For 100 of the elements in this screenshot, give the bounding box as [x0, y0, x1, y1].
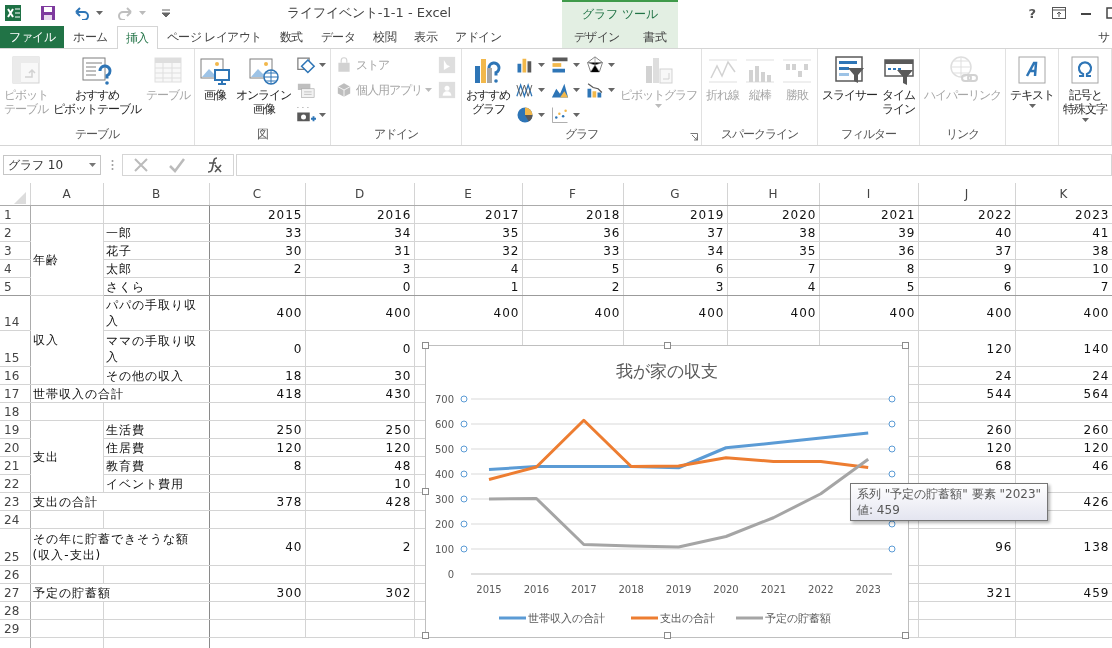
row-header[interactable]: 28 [0, 601, 30, 620]
resize-handle[interactable] [664, 632, 671, 639]
cancel-icon[interactable] [132, 157, 149, 173]
table-cell: 48 [305, 456, 414, 475]
series-line[interactable] [488, 431, 869, 471]
column-header[interactable]: C [209, 183, 305, 206]
row-header[interactable]: 19 [0, 420, 30, 439]
ribbon-button[interactable]: テキスト [1008, 52, 1056, 110]
table-cell: 支出 [30, 420, 103, 493]
table-cell: 9 [918, 259, 1015, 278]
table-cell: 41 [1015, 223, 1112, 242]
ribbon-button[interactable]: スライサー [820, 52, 879, 104]
table-cell: 37 [623, 223, 727, 242]
table-cell: 34 [305, 223, 414, 242]
column-header[interactable]: B [103, 183, 209, 206]
series-line[interactable] [488, 418, 869, 481]
table-cell: 400 [414, 295, 522, 331]
resize-handle[interactable] [422, 488, 429, 495]
ribbon-button[interactable]: 画像 [197, 52, 233, 104]
row-header[interactable]: 27 [0, 583, 30, 602]
resize-handle[interactable] [664, 342, 671, 349]
table-cell: 30 [209, 241, 305, 260]
ribbon-tab[interactable]: 書式 [634, 26, 676, 48]
row-header[interactable]: 25 [0, 528, 30, 566]
axis-label: 100 [434, 544, 454, 555]
save-icon[interactable] [40, 5, 56, 21]
ribbon-display-icon[interactable] [1052, 7, 1066, 19]
help-button[interactable]: ? [1026, 5, 1038, 21]
row-header[interactable]: 17 [0, 384, 30, 403]
resize-handle[interactable] [902, 342, 909, 349]
account-name[interactable]: サ [1098, 26, 1110, 48]
row-header[interactable]: 20 [0, 438, 30, 457]
dialog-launcher-icon[interactable] [690, 133, 698, 141]
legend-label: 支出の合計 [660, 612, 715, 625]
formula-input[interactable] [236, 154, 1112, 176]
row-header[interactable]: 18 [0, 402, 30, 421]
column-header[interactable]: E [414, 183, 522, 206]
table-cell: 564 [1015, 384, 1112, 403]
table-cell: 8 [819, 259, 918, 278]
table-cell: 544 [918, 384, 1015, 403]
resize-handle[interactable] [902, 632, 909, 639]
table-cell: 37 [918, 241, 1015, 260]
series-line[interactable] [489, 458, 870, 549]
table-cell: 24 [1015, 366, 1112, 385]
column-header[interactable]: K [1015, 183, 1112, 206]
ribbon-button[interactable]: オンライン 画像 [234, 52, 293, 118]
row-header[interactable]: 24 [0, 510, 30, 529]
column-header[interactable]: G [623, 183, 727, 206]
row-header[interactable]: 14 [0, 295, 30, 331]
legend-item: 予定の貯蓄額 [736, 612, 831, 625]
insert-function-icon[interactable] [205, 156, 224, 174]
row-header[interactable]: 3 [0, 241, 30, 260]
table-cell: 31 [305, 241, 414, 260]
table-cell: 6 [623, 259, 727, 278]
row-header[interactable]: 29 [0, 619, 30, 638]
column-header[interactable]: I [819, 183, 918, 206]
pie-chart-icon [515, 105, 535, 125]
customize-toolbar-icon[interactable] [162, 9, 170, 17]
table-cell: 住居費 [103, 438, 209, 457]
table-cell: 378 [209, 492, 305, 511]
ribbon-tab[interactable]: 挿入 [116, 26, 158, 49]
redo-icon[interactable] [117, 6, 133, 20]
table-cell: 2 [522, 277, 623, 296]
row-header[interactable]: 4 [0, 259, 30, 278]
row-header[interactable]: 23 [0, 492, 30, 511]
row-header[interactable]: 22 [0, 474, 30, 493]
row-header[interactable]: 5 [0, 277, 30, 296]
table-cell: 4 [727, 277, 819, 296]
row-header[interactable]: 16 [0, 366, 30, 385]
combo-chart-icon [585, 80, 605, 100]
column-header[interactable]: J [918, 183, 1015, 206]
table-icon [152, 54, 184, 86]
resize-handle[interactable] [422, 632, 429, 639]
table-cell: 46 [1015, 456, 1112, 475]
row-header[interactable]: 1 [0, 205, 30, 224]
ribbon-button[interactable]: タイム ライン [880, 52, 917, 118]
undo-icon[interactable] [74, 6, 90, 20]
column-header[interactable]: H [727, 183, 819, 206]
ribbon-button[interactable]: おすすめ グラフ [464, 52, 512, 118]
row-header[interactable]: 21 [0, 456, 30, 475]
ribbon-tab[interactable]: ファイル [0, 26, 64, 48]
column-header[interactable]: F [522, 183, 623, 206]
row-header[interactable]: 26 [0, 565, 30, 584]
column-header[interactable]: A [30, 183, 103, 206]
table-cell: 教育費 [103, 456, 209, 475]
table-cell: 459 [1015, 583, 1112, 602]
excel-logo-icon[interactable] [4, 4, 22, 22]
ribbon-button[interactable]: おすすめ ピボットテーブル [51, 52, 143, 118]
axis-label: 2020 [713, 584, 739, 595]
row-header[interactable]: 15 [0, 330, 30, 367]
name-box[interactable]: グラフ 10 [3, 155, 101, 175]
row-header[interactable]: 2 [0, 223, 30, 242]
resize-handle[interactable] [422, 342, 429, 349]
table-cell: 33 [209, 223, 305, 242]
axis-label: 700 [434, 394, 454, 405]
ribbon-button[interactable]: 記号と 特殊文字 [1061, 52, 1109, 124]
column-header[interactable]: D [305, 183, 414, 206]
check-icon[interactable] [168, 157, 186, 173]
group-label: アドイン [374, 126, 418, 142]
ribbon-tab[interactable]: デザイン [564, 26, 629, 48]
